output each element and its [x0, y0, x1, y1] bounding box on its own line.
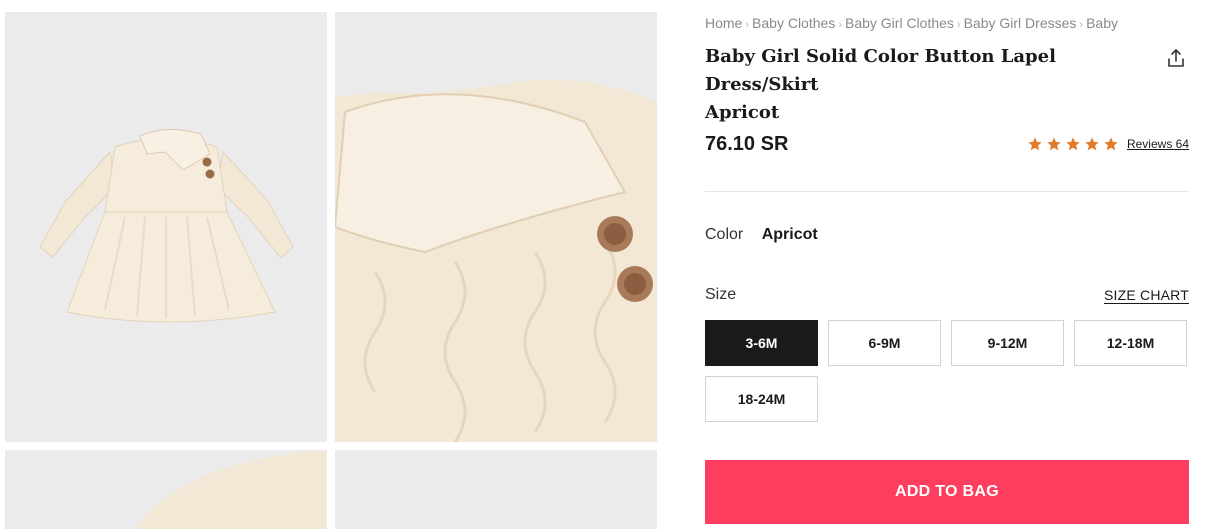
product-title-line-2: Apricot	[705, 102, 780, 123]
product-image-detail[interactable]	[335, 12, 657, 442]
product-image-front[interactable]	[5, 12, 327, 442]
knit-closeup-illustration	[5, 450, 327, 529]
reviews-link[interactable]: Reviews 64	[1127, 137, 1189, 151]
size-label: Size	[705, 286, 737, 303]
color-row: Color Apricot	[705, 226, 818, 244]
size-option-12-18m[interactable]: 12-18M	[1074, 320, 1187, 366]
star-icon	[1047, 137, 1061, 151]
chevron-right-icon: ›	[838, 19, 842, 31]
chevron-right-icon: ›	[745, 19, 750, 31]
star-icon	[1085, 137, 1099, 151]
rating-stars	[1027, 136, 1119, 152]
size-option-3-6m[interactable]: 3-6M	[705, 320, 818, 366]
chevron-right-icon: ›	[1079, 19, 1084, 31]
breadcrumb-home[interactable]: Home	[705, 15, 742, 31]
divider	[705, 191, 1189, 192]
color-label: Color	[705, 226, 744, 243]
size-chart-link[interactable]: SIZE CHART	[1104, 287, 1189, 303]
chevron-right-icon: ›	[956, 19, 961, 31]
share-icon[interactable]	[1166, 48, 1186, 68]
product-title: Baby Girl Solid Color Button Lapel Dress…	[705, 43, 1145, 127]
color-value: Apricot	[761, 226, 818, 243]
star-icon	[1104, 137, 1118, 151]
product-title-line-1: Baby Girl Solid Color Button Lapel Dress…	[705, 46, 1056, 95]
knit-detail-illustration	[335, 12, 657, 442]
size-option-9-12m[interactable]: 9-12M	[951, 320, 1064, 366]
size-option-18-24m[interactable]: 18-24M	[705, 376, 818, 422]
breadcrumb-baby-girl-dresses[interactable]: Baby Girl Dresses	[964, 15, 1077, 31]
product-price: 76.10 SR	[705, 133, 789, 155]
star-icon	[1066, 137, 1080, 151]
breadcrumb-baby-girl-clothes[interactable]: Baby Girl Clothes	[845, 15, 954, 31]
product-image-third[interactable]	[5, 450, 327, 529]
dress-illustration	[5, 12, 327, 442]
add-to-bag-button[interactable]: ADD TO BAG	[705, 460, 1189, 524]
breadcrumb: Home › Baby Clothes › Baby Girl Clothes › Baby…	[705, 15, 1189, 33]
star-icon	[1028, 137, 1042, 151]
product-image-fourth[interactable]	[335, 450, 657, 529]
rating: Reviews 64	[1027, 136, 1189, 152]
product-gallery	[0, 0, 665, 529]
breadcrumb-baby[interactable]: Baby	[1086, 15, 1118, 31]
size-option-6-9m[interactable]: 6-9M	[828, 320, 941, 366]
breadcrumb-baby-clothes[interactable]: Baby Clothes	[752, 15, 835, 31]
